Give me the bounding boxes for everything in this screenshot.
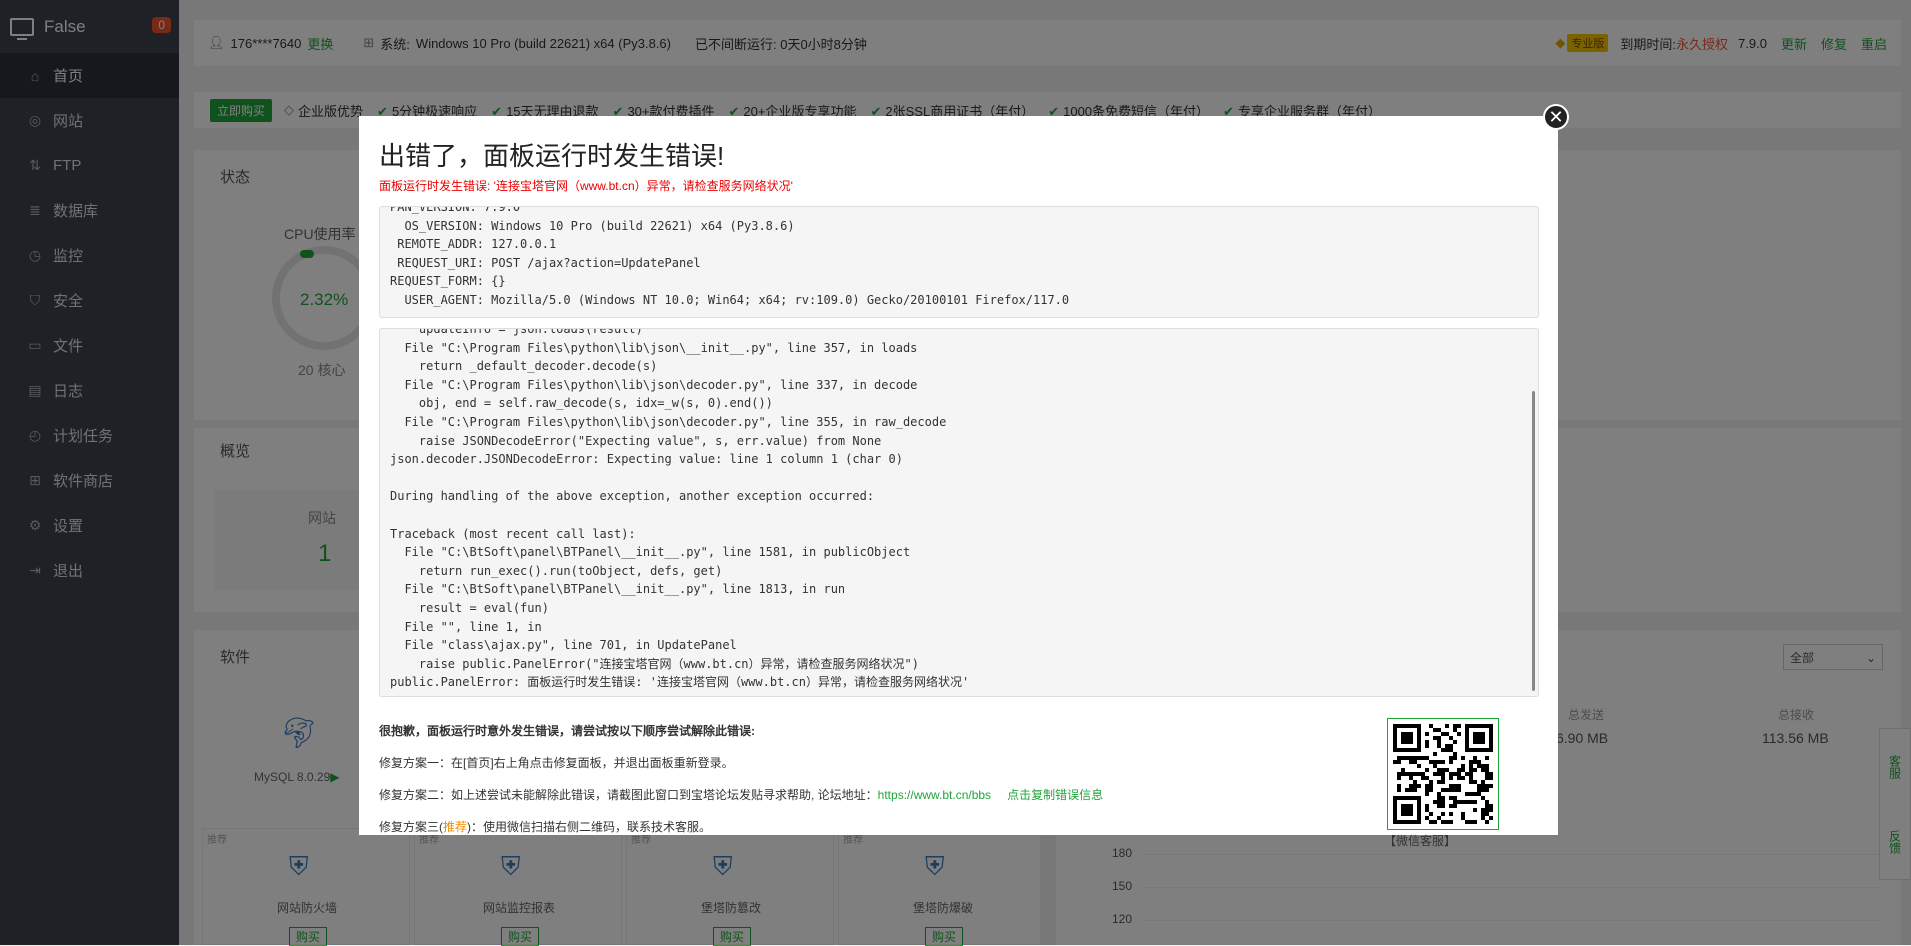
code-line: File "", line 1, in	[390, 619, 542, 634]
fix-one: 修复方案一：在[首页]右上角点击修复面板，并退出面板重新登录。	[379, 756, 734, 770]
fix-three: 修复方案三(推荐)：使用微信扫描右侧二维码，联系技术客服。	[379, 818, 711, 835]
code-line: USER_AGENT: Mozilla/5.0 (Windows NT 10.0…	[390, 292, 1070, 307]
fix-three-suffix: )：使用微信扫描右侧二维码，联系技术客服。	[467, 820, 712, 834]
fix-two-text: 修复方案二：如上述尝试未能解除此错误，请截图此窗口到宝塔论坛发贴寻求帮助, 论坛…	[379, 788, 878, 802]
env-info-box[interactable]: PAN_VERSION: 7.9.0 OS_VERSION: Windows 1…	[379, 206, 1539, 318]
code-line: json.decoder.JSONDecodeError: Expecting …	[390, 452, 903, 467]
forum-link[interactable]: https://www.bt.cn/bbs	[878, 788, 991, 802]
code-line: File "class\ajax.py", line 701, in Updat…	[390, 638, 737, 653]
code-line: Traceback (most recent call last):	[390, 526, 636, 541]
code-line: raise public.PanelError("连接宝塔官网（www.bt.c…	[390, 656, 919, 671]
code-line: public.PanelError: 面板运行时发生错误: '连接宝塔官网（ww…	[390, 675, 970, 690]
help-title: 很抱歉，面板运行时意外发生错误，请尝试按以下顺序尝试解除此错误:	[379, 724, 755, 738]
wechat-qr-code	[1387, 718, 1499, 830]
code-line: REQUEST_URI: POST /ajax?action=UpdatePan…	[390, 255, 701, 270]
qr-code-image	[1393, 724, 1493, 824]
code-line: During handling of the above exception, …	[390, 489, 875, 504]
code-line: File "C:\BtSoft\panel\BTPanel\__init__.p…	[390, 582, 846, 597]
code-line: File "C:\BtSoft\panel\BTPanel\__init__.p…	[390, 545, 911, 560]
code-line: PAN_VERSION: 7.9.0	[390, 206, 521, 214]
code-line: File "C:\Program Files\python\lib\json\d…	[390, 414, 947, 429]
code-line: obj, end = self.raw_decode(s, idx=_w(s, …	[390, 396, 773, 411]
fix-three-prefix: 修复方案三(	[379, 820, 443, 834]
dialog-subtitle: 面板运行时发生错误: '连接宝塔官网（www.bt.cn）异常，请检查服务网络状…	[379, 179, 793, 193]
wechat-service-label: 【微信客服】	[1384, 834, 1457, 848]
code-line: REMOTE_ADDR: 127.0.0.1	[390, 237, 557, 252]
error-dialog: 出错了，面板运行时发生错误! 面板运行时发生错误: '连接宝塔官网（www.bt…	[359, 116, 1558, 835]
traceback-scrollbar[interactable]	[1532, 391, 1535, 691]
code-line: File "C:\Program Files\python\lib\json\d…	[390, 377, 918, 392]
recommend-tag: 推荐	[443, 820, 468, 834]
code-line: OS_VERSION: Windows 10 Pro (build 22621)…	[390, 218, 795, 233]
code-line: File "C:\Program Files\python\lib\json\_…	[390, 340, 918, 355]
close-icon[interactable]: ✕	[1543, 104, 1569, 130]
code-line: REQUEST_FORM: {}	[390, 274, 506, 289]
traceback-box[interactable]: updateInfo = json.loads(result) File "C:…	[379, 328, 1539, 697]
code-line: raise JSONDecodeError("Expecting value",…	[390, 433, 882, 448]
code-line: return run_exec().run(toObject, defs, ge…	[390, 563, 723, 578]
code-line: return _default_decoder.decode(s)	[390, 359, 658, 374]
code-line: updateInfo = json.loads(result)	[390, 328, 643, 336]
code-line: result = eval(fun)	[390, 600, 549, 615]
copy-error-link[interactable]: 点击复制错误信息	[1007, 788, 1103, 802]
fix-two: 修复方案二：如上述尝试未能解除此错误，请截图此窗口到宝塔论坛发贴寻求帮助, 论坛…	[379, 786, 1103, 803]
dialog-title: 出错了，面板运行时发生错误!	[379, 141, 725, 171]
